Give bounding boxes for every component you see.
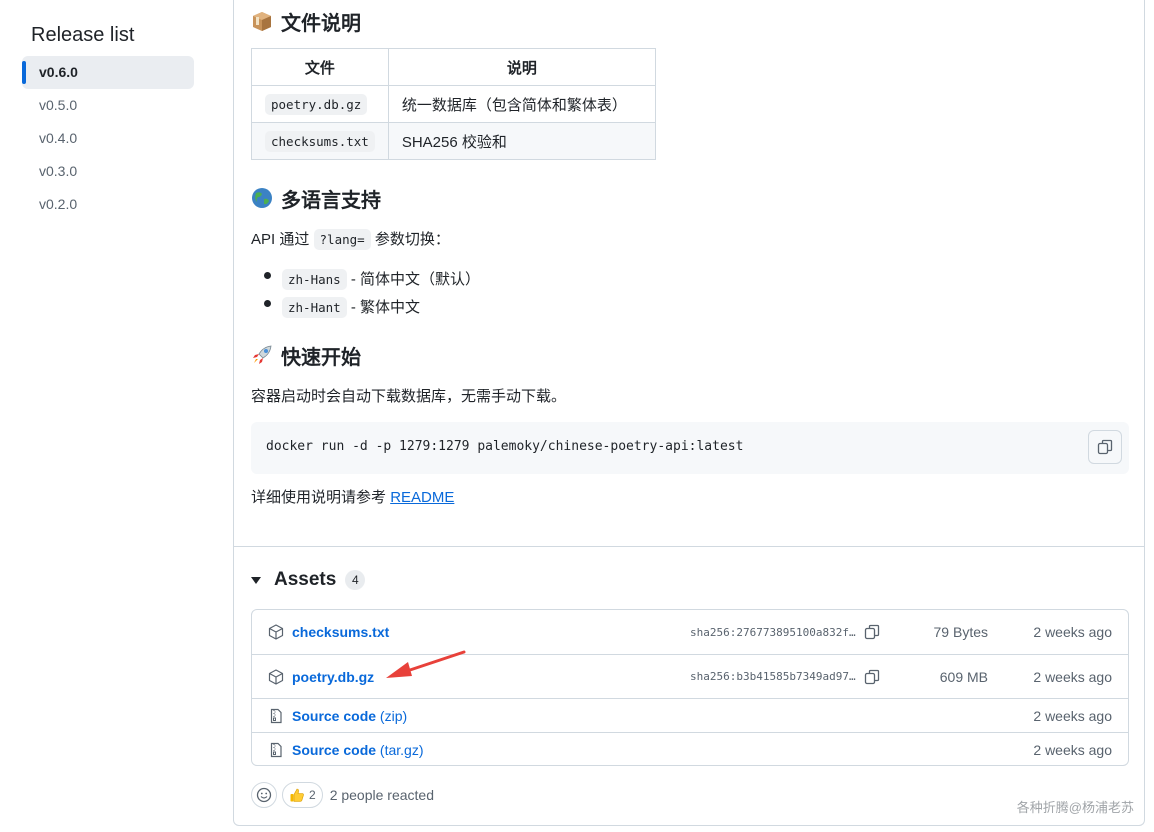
quickstart-desc: 容器启动时会自动下载数据库，无需手动下载。 xyxy=(251,388,567,405)
quickstart-heading: 快速开始 xyxy=(251,342,361,369)
sidebar-item-v0.3.0[interactable]: v0.3.0 xyxy=(22,155,194,188)
asset-link-poetry-db[interactable]: poetry.db.gz xyxy=(292,669,374,685)
assets-count-badge: 4 xyxy=(345,570,366,590)
source-zip-link[interactable]: Source code (zip) xyxy=(292,708,407,724)
table-header-row: 文件 说明 xyxy=(251,48,656,86)
source-format: (tar.gz) xyxy=(379,741,424,758)
sidebar-item-v0.2.0[interactable]: v0.2.0 xyxy=(22,188,194,221)
docker-command: docker run -d -p 1279:1279 palemoky/chin… xyxy=(266,439,744,454)
table-header: 说明 xyxy=(387,48,656,86)
asset-date: 2 weeks ago xyxy=(1033,741,1112,758)
asset-date: 2 weeks ago xyxy=(1033,707,1112,724)
lang-param-code: ?lang= xyxy=(313,229,371,250)
reactions-bar: 2 2 people reacted xyxy=(251,782,434,808)
release-body: 文件说明 文件 说明 poetry.db.gz 统一数据库（包含简体和繁体表） … xyxy=(233,0,1145,826)
asset-link-checksums[interactable]: checksums.txt xyxy=(292,624,389,640)
bullet xyxy=(264,300,271,307)
lang-desc: - 繁体中文 xyxy=(350,299,421,316)
globe-icon xyxy=(251,187,273,209)
code-block: docker run -d -p 1279:1279 palemoky/chin… xyxy=(251,422,1129,474)
copy-icon xyxy=(1097,439,1113,455)
lang-code: zh-Hant xyxy=(282,297,347,318)
readme-link[interactable]: README xyxy=(390,489,454,506)
lang-desc: - 简体中文（默认） xyxy=(350,271,481,288)
lang-intro-suffix: 参数切换： xyxy=(374,231,450,248)
smiley-icon xyxy=(256,787,272,803)
file-zip-icon xyxy=(270,742,282,757)
source-format: (zip) xyxy=(379,707,408,724)
files-heading: 文件说明 xyxy=(251,8,361,35)
package-icon xyxy=(251,10,273,32)
asset-date: 2 weeks ago xyxy=(1033,668,1112,685)
files-table: 文件 说明 poetry.db.gz 统一数据库（包含简体和繁体表） check… xyxy=(251,48,656,160)
table-cell: poetry.db.gz xyxy=(251,85,389,123)
thumbs-up-icon xyxy=(290,788,304,802)
lang-intro: API 通过 ?lang= 参数切换： xyxy=(251,228,450,250)
asset-row: Source code (zip) 2 weeks ago xyxy=(252,698,1128,732)
readme-prefix: 详细使用说明请参考 xyxy=(251,489,387,506)
sidebar-title: Release list xyxy=(31,24,135,46)
file-code: checksums.txt xyxy=(265,130,375,152)
list-item: zh-Hant - 繁体中文 xyxy=(282,296,421,318)
table-cell: checksums.txt xyxy=(251,122,389,160)
annotation-arrow xyxy=(386,650,466,678)
thumbs-up-reaction[interactable]: 2 xyxy=(282,782,323,808)
table-header: 文件 xyxy=(251,48,389,86)
assets-toggle[interactable]: Assets 4 xyxy=(251,568,366,592)
lang-heading: 多语言支持 xyxy=(251,185,381,212)
lang-code: zh-Hans xyxy=(282,269,347,290)
assets-title: Assets xyxy=(274,569,337,590)
asset-size: 609 MB xyxy=(939,668,988,685)
lang-intro-prefix: API 通过 xyxy=(251,231,310,248)
readme-line: 详细使用说明请参考 README xyxy=(251,486,454,507)
quickstart-heading-text: 快速开始 xyxy=(281,346,361,369)
sidebar-item-v0.6.0[interactable]: v0.6.0 xyxy=(22,56,194,89)
list-item: zh-Hans - 简体中文（默认） xyxy=(282,268,481,290)
reactions-summary: 2 people reacted xyxy=(329,787,434,803)
thumbs-up-count: 2 xyxy=(309,788,316,802)
source-targz-link[interactable]: Source code (tar.gz) xyxy=(292,742,424,758)
copy-sha-icon[interactable] xyxy=(864,669,880,685)
add-reaction-button[interactable] xyxy=(251,782,277,808)
sidebar-item-v0.4.0[interactable]: v0.4.0 xyxy=(22,122,194,155)
asset-size: 79 Bytes xyxy=(933,624,988,640)
assets-list: checksums.txt sha256:276773895100a832f… … xyxy=(251,609,1129,766)
asset-sha: sha256:276773895100a832f… xyxy=(690,625,856,639)
files-heading-text: 文件说明 xyxy=(281,12,361,35)
table-row: poetry.db.gz 统一数据库（包含简体和繁体表） xyxy=(251,85,656,123)
section-divider xyxy=(234,546,1144,547)
file-zip-icon xyxy=(270,708,282,723)
bullet xyxy=(264,272,271,279)
table-cell: 统一数据库（包含简体和繁体表） xyxy=(387,85,656,123)
sidebar-item-v0.5.0[interactable]: v0.5.0 xyxy=(22,89,194,122)
table-row: checksums.txt SHA256 校验和 xyxy=(251,122,656,160)
source-code-label: Source code xyxy=(292,707,377,724)
source-code-label: Source code xyxy=(292,741,377,758)
asset-date: 2 weeks ago xyxy=(1033,624,1112,640)
file-code: poetry.db.gz xyxy=(265,93,368,115)
package-icon xyxy=(268,624,284,640)
copy-command-button[interactable] xyxy=(1088,430,1122,464)
caret-down-icon xyxy=(251,576,261,584)
asset-row: Source code (tar.gz) 2 weeks ago xyxy=(252,732,1128,766)
package-icon xyxy=(268,668,284,685)
release-sidebar: Release list v0.6.0 v0.5.0 v0.4.0 v0.3.0… xyxy=(22,22,194,221)
watermark: 各种折腾@杨浦老苏 xyxy=(1016,800,1134,815)
asset-sha: sha256:b3b41585b7349ad97… xyxy=(690,670,856,683)
table-cell: SHA256 校验和 xyxy=(387,122,656,160)
copy-sha-icon[interactable] xyxy=(864,624,880,640)
rocket-icon xyxy=(251,344,273,366)
lang-heading-text: 多语言支持 xyxy=(281,189,381,212)
